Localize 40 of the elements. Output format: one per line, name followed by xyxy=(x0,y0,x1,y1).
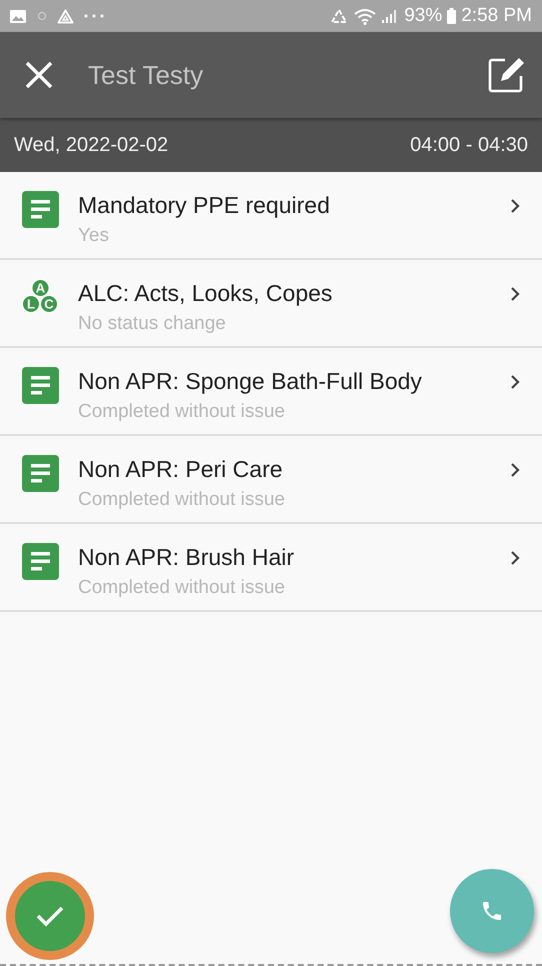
chevron-icon xyxy=(510,198,520,214)
close-button[interactable] xyxy=(24,60,54,90)
task-status: Completed without issue xyxy=(78,488,286,512)
phone-icon xyxy=(480,899,504,923)
chevron-icon xyxy=(510,374,520,390)
form-icon xyxy=(22,455,59,492)
task-title: Non APR: Peri Care xyxy=(78,455,284,483)
form-icon xyxy=(22,543,59,580)
clock-time: 2:58 PM xyxy=(461,5,532,27)
task-row[interactable]: Non APR: Sponge Bath-Full Body Completed without issue xyxy=(0,348,542,436)
task-title: ALC: Acts, Looks, Copes xyxy=(78,279,334,307)
chevron-icon xyxy=(510,462,520,478)
task-row[interactable]: Non APR: Peri Care Completed without issue xyxy=(0,436,542,524)
task-status: Completed without issue xyxy=(78,576,286,600)
form-icon xyxy=(22,191,59,228)
task-row[interactable]: Mandatory PPE required Yes xyxy=(0,172,542,260)
battery-icon xyxy=(447,8,456,24)
task-title: Non APR: Sponge Bath-Full Body xyxy=(78,367,423,395)
edit-icon xyxy=(486,55,526,95)
form-icon xyxy=(22,367,59,404)
triangle-icon xyxy=(57,8,74,24)
task-title: Non APR: Brush Hair xyxy=(78,543,296,571)
visit-date: Wed, 2022-02-02 xyxy=(14,134,168,156)
more-icon xyxy=(84,14,104,18)
image-icon xyxy=(9,8,27,24)
battery-percent: 93% xyxy=(404,5,442,27)
task-status: Completed without issue xyxy=(78,400,286,424)
task-status: Yes xyxy=(78,224,110,248)
edit-button[interactable] xyxy=(486,55,526,95)
chevron-icon xyxy=(510,286,520,302)
close-icon xyxy=(24,60,54,90)
task-title: Mandatory PPE required xyxy=(78,191,331,219)
visit-time-range: 04:00 - 04:30 xyxy=(410,134,528,156)
task-row[interactable]: A L C ALC: Acts, Looks, Copes No status change xyxy=(0,260,542,348)
task-row[interactable]: Non APR: Brush Hair Completed without issue xyxy=(0,524,542,612)
circle-icon xyxy=(37,11,47,21)
chevron-icon xyxy=(510,550,520,566)
wifi-icon xyxy=(354,8,376,24)
screen-title: Test Testy xyxy=(88,60,204,90)
task-status: No status change xyxy=(78,312,227,336)
